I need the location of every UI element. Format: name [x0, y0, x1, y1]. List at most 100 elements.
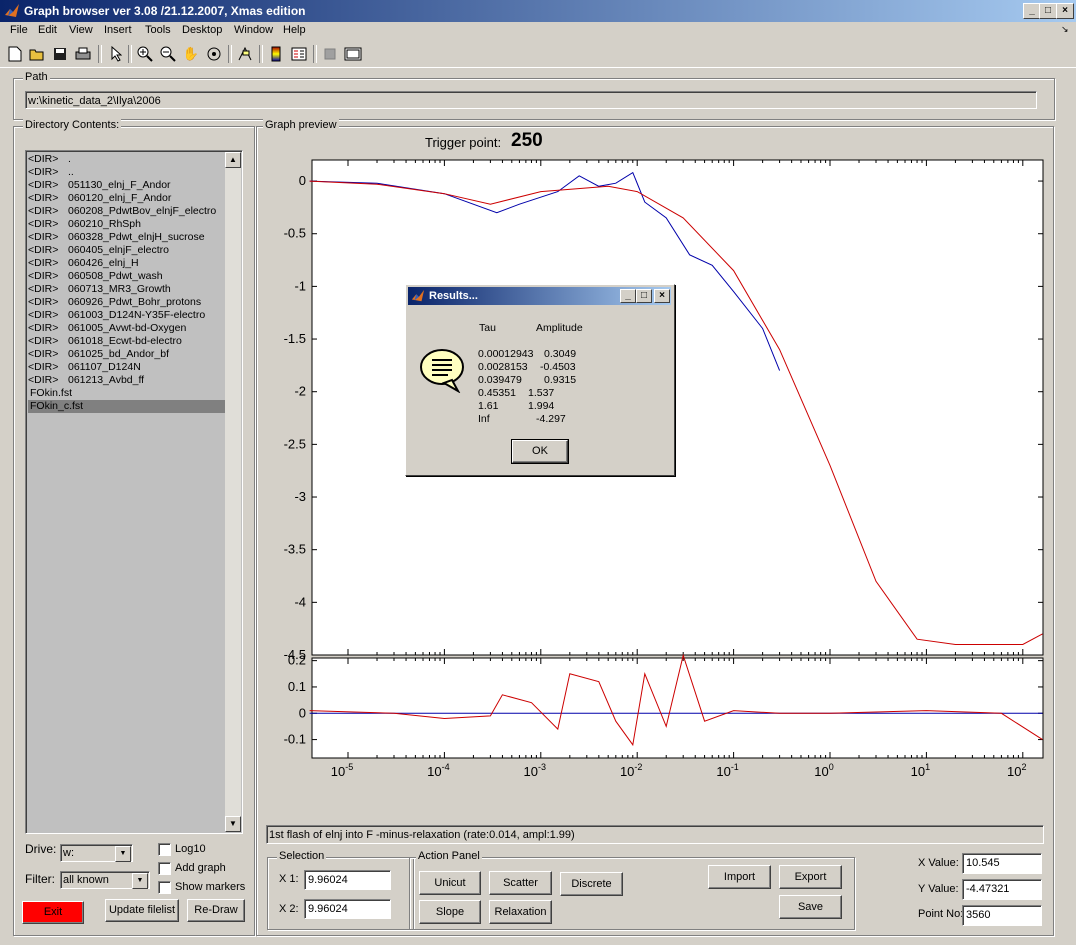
list-item[interactable]: <DIR> 060120_elnj_F_Andor: [28, 192, 226, 205]
print-icon[interactable]: [73, 44, 93, 64]
results-dialog: Results... _ □ × Tau Amplitude 0.0001294…: [405, 284, 675, 476]
list-item[interactable]: <DIR> 060713_MR3_Growth: [28, 283, 226, 296]
list-item-tag: <DIR>: [28, 348, 59, 360]
hide-plot-tools-icon[interactable]: [320, 44, 340, 64]
list-item[interactable]: <DIR> 061025_bd_Andor_bf: [28, 348, 226, 361]
show-markers-checkbox[interactable]: [158, 881, 171, 894]
list-item[interactable]: FOkin.fst: [28, 387, 226, 400]
chevron-down-icon[interactable]: ▼: [132, 873, 148, 889]
list-item[interactable]: FOkin_c.fst: [28, 400, 226, 413]
list-item[interactable]: <DIR>.: [28, 153, 226, 166]
menu-desktop[interactable]: Desktop: [182, 24, 222, 36]
add-graph-checkbox[interactable]: [158, 862, 171, 875]
path-field[interactable]: w:\kinetic_data_2\Ilya\2006: [25, 91, 1037, 109]
y-value-field[interactable]: -4.47321: [962, 879, 1042, 900]
update-filelist-button[interactable]: Update filelist: [105, 899, 179, 922]
new-file-icon[interactable]: [5, 44, 25, 64]
tau-value: 0.039479: [478, 374, 522, 386]
drive-select[interactable]: w: ▼: [60, 844, 133, 862]
results-dialog-title: Results...: [429, 290, 478, 302]
list-item-tag: <DIR>: [28, 361, 59, 373]
y-tick-label: 0.1: [288, 679, 306, 694]
list-item[interactable]: <DIR> 061005_Avwt-bd-Oxygen: [28, 322, 226, 335]
list-item-name: 060328_Pdwt_elnjH_sucrose: [68, 231, 205, 243]
trigger-label: Trigger point:: [425, 135, 502, 150]
legend-icon[interactable]: [289, 44, 309, 64]
amplitude-value: -0.4503: [540, 361, 576, 373]
data-cursor-icon[interactable]: [235, 44, 255, 64]
zoom-out-icon[interactable]: [158, 44, 178, 64]
discrete-button[interactable]: Discrete: [560, 872, 623, 896]
unicut-button[interactable]: Unicut: [419, 871, 481, 895]
relaxation-button[interactable]: Relaxation: [489, 900, 552, 924]
ok-button[interactable]: OK: [511, 439, 569, 464]
scroll-up-icon[interactable]: ▲: [225, 152, 241, 168]
show-markers-label: Show markers: [175, 881, 246, 893]
list-item[interactable]: <DIR> 060508_Pdwt_wash: [28, 270, 226, 283]
list-item[interactable]: <DIR> 061003_D124N-Y35F-electro: [28, 309, 226, 322]
slope-button[interactable]: Slope: [419, 900, 481, 924]
list-item-tag: <DIR>: [28, 322, 59, 334]
menu-insert[interactable]: Insert: [104, 24, 132, 36]
list-item[interactable]: <DIR> 061107_D124N: [28, 361, 226, 374]
list-item-name: 060120_elnj_F_Andor: [68, 192, 172, 204]
list-item[interactable]: <DIR> 060926_Pdwt_Bohr_protons: [28, 296, 226, 309]
tau-value: 0.0028153: [478, 361, 528, 373]
list-item[interactable]: <DIR> 060328_Pdwt_elnjH_sucrose: [28, 231, 226, 244]
save-icon[interactable]: [50, 44, 70, 64]
filter-select[interactable]: all known ▼: [60, 871, 150, 889]
menu-window[interactable]: Window: [234, 24, 273, 36]
list-item-name: FOkin.fst: [30, 387, 73, 399]
zoom-in-icon[interactable]: [135, 44, 155, 64]
list-item[interactable]: <DIR> 061018_Ecwt-bd-electro: [28, 335, 226, 348]
pointer-icon[interactable]: [106, 44, 126, 64]
residual-plot[interactable]: 0.2 0.1 0 -0.1 10-5 10-4 10-3 10-2 10-1 100 101 102: [284, 653, 1044, 779]
save-button[interactable]: Save: [779, 895, 842, 919]
file-list-scrollbar[interactable]: ▲ ▼: [225, 152, 241, 832]
scatter-button[interactable]: Scatter: [489, 871, 552, 895]
maximize-button[interactable]: □: [1039, 3, 1057, 19]
selection-label: Selection: [277, 850, 327, 862]
file-list[interactable]: <DIR>. <DIR>.. <DIR> 051130_elnj_F_Andor <DI…: [25, 150, 243, 834]
x1-field[interactable]: 9.96024: [304, 870, 391, 890]
menu-file[interactable]: File: [10, 24, 28, 36]
y-tick-label: -0.5: [284, 226, 306, 241]
rotate-icon[interactable]: [204, 44, 224, 64]
list-item[interactable]: <DIR> 060405_elnjF_electro: [28, 244, 226, 257]
menu-view[interactable]: View: [69, 24, 93, 36]
dialog-close-button[interactable]: ×: [654, 289, 670, 303]
y-tick-label: 0: [299, 173, 306, 188]
x2-field[interactable]: 9.96024: [304, 899, 391, 919]
menu-edit[interactable]: Edit: [38, 24, 57, 36]
path-group-label: Path: [23, 71, 50, 83]
colorbar-icon[interactable]: [266, 44, 286, 64]
show-plot-tools-icon[interactable]: [343, 44, 363, 64]
exit-button[interactable]: Exit: [22, 901, 84, 924]
open-folder-icon[interactable]: [27, 44, 47, 64]
list-item[interactable]: <DIR> 060426_elnj_H: [28, 257, 226, 270]
scroll-down-icon[interactable]: ▼: [225, 816, 241, 832]
dialog-maximize-button[interactable]: □: [636, 289, 652, 303]
amplitude-header: Amplitude: [536, 322, 583, 334]
dock-arrow-icon[interactable]: ↘: [1061, 24, 1069, 35]
pan-hand-icon[interactable]: ✋: [181, 44, 201, 64]
list-item[interactable]: <DIR> 061213_Avbd_ff: [28, 374, 226, 387]
log10-checkbox[interactable]: [158, 843, 171, 856]
import-button[interactable]: Import: [708, 865, 771, 889]
list-item[interactable]: <DIR> 060208_PdwtBov_elnjF_electro: [28, 205, 226, 218]
point-no-field[interactable]: 3560: [962, 905, 1042, 926]
list-item-tag: <DIR>: [28, 283, 59, 295]
export-button[interactable]: Export: [779, 865, 842, 889]
list-item[interactable]: <DIR>..: [28, 166, 226, 179]
list-item[interactable]: <DIR> 051130_elnj_F_Andor: [28, 179, 226, 192]
redraw-button[interactable]: Re-Draw: [187, 899, 245, 922]
list-item[interactable]: <DIR> 060210_RhSph: [28, 218, 226, 231]
menu-help[interactable]: Help: [283, 24, 306, 36]
dialog-minimize-button[interactable]: _: [620, 289, 636, 303]
selection-group: [267, 857, 414, 930]
menu-tools[interactable]: Tools: [145, 24, 171, 36]
close-button[interactable]: ×: [1056, 3, 1074, 19]
chevron-down-icon[interactable]: ▼: [115, 846, 131, 862]
x-value-field[interactable]: 10.545: [962, 853, 1042, 874]
log10-label: Log10: [175, 843, 206, 855]
